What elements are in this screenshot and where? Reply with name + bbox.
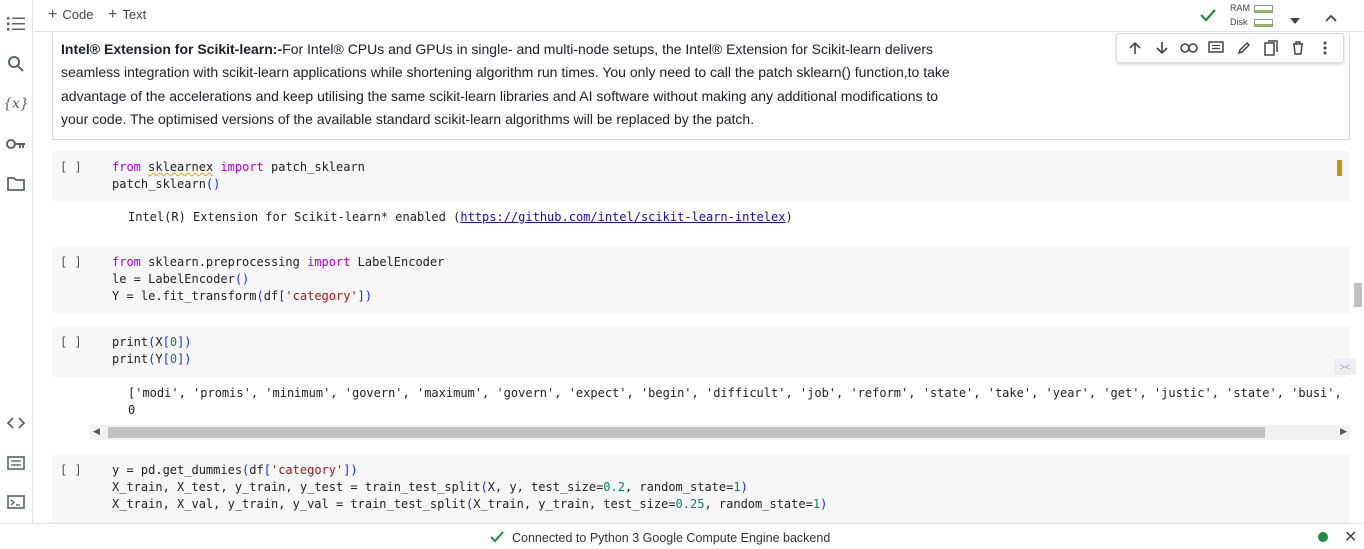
output-text: Intel(R) Extension for Scikit-learn* ena… — [128, 210, 461, 224]
edit-pencil-icon[interactable] — [1234, 38, 1254, 58]
code-cell[interactable]: [ ] y = pd.get_dummies(df['category']) X… — [52, 454, 1350, 523]
status-bar: Connected to Python 3 Google Compute Eng… — [0, 523, 1364, 549]
move-down-icon[interactable] — [1152, 38, 1172, 58]
code-editor[interactable]: print(X[0]) print(Y[0]) — [112, 334, 192, 368]
add-text-label: Text — [122, 7, 147, 22]
code-cell[interactable]: [ ] from sklearn.preprocessing import La… — [52, 246, 1350, 314]
command-palette-icon[interactable] — [5, 452, 27, 474]
mirror-cell-icon[interactable] — [1261, 38, 1281, 58]
output-line: ['modi', 'promis', 'minimum', 'govern', … — [128, 386, 1350, 400]
cell-focus-marker — [1337, 160, 1342, 176]
disk-label: Disk — [1230, 17, 1248, 27]
search-icon[interactable] — [5, 53, 27, 75]
ram-label: RAM — [1230, 3, 1250, 13]
code-cell[interactable]: [ ] from sklearnex import patch_sklearn … — [52, 151, 1350, 202]
left-sidebar: {x} — [0, 0, 33, 523]
output-text-suffix: ) — [785, 210, 793, 224]
output-line: 0 — [128, 403, 136, 417]
output-link[interactable]: https://github.com/intel/scikit-learn-in… — [460, 210, 785, 224]
close-icon[interactable]: ✕ — [1344, 527, 1357, 547]
resources-dropdown-icon[interactable] — [1290, 11, 1300, 29]
vertical-scrollbar-thumb[interactable] — [1354, 283, 1362, 307]
text-cell-bold-lead: Intel® Extension for Scikit-learn:- — [61, 41, 283, 57]
variables-icon[interactable]: {x} — [3, 93, 29, 115]
cell-output: ['modi', 'promis', 'minimum', 'govern', … — [128, 385, 1350, 419]
more-options-icon[interactable] — [1315, 38, 1335, 58]
cell-toolbar — [1116, 33, 1344, 63]
scroll-left-icon[interactable]: ◀ — [93, 426, 100, 437]
code-editor[interactable]: from sklearnex import patch_sklearn patc… — [112, 159, 365, 193]
add-text-button[interactable]: + Text — [108, 5, 147, 23]
add-code-label: Code — [62, 7, 94, 22]
folder-icon[interactable] — [5, 172, 27, 194]
status-message: Connected to Python 3 Google Compute Eng… — [512, 531, 831, 545]
ram-meter — [1254, 5, 1273, 13]
comment-icon[interactable] — [1206, 38, 1226, 58]
text-cell-content: Intel® Extension for Scikit-learn:-For I… — [61, 38, 961, 131]
move-up-icon[interactable] — [1125, 38, 1145, 58]
code-editor[interactable]: from sklearn.preprocessing import LabelE… — [112, 254, 444, 305]
cell-output: Intel(R) Extension for Scikit-learn* ena… — [128, 209, 793, 226]
plus-icon: + — [108, 5, 118, 23]
disk-meter — [1254, 19, 1273, 27]
connection-status: Connected to Python 3 Google Compute Eng… — [490, 530, 830, 546]
output-actions-icon[interactable]: >< — [1334, 359, 1356, 375]
plus-icon: + — [48, 5, 58, 23]
run-cell-button[interactable]: [ ] — [60, 335, 82, 349]
status-check-icon — [490, 530, 504, 546]
run-cell-button[interactable]: [ ] — [60, 160, 82, 174]
code-cell[interactable]: [ ] print(X[0]) print(Y[0]) — [52, 326, 1350, 377]
scroll-right-icon[interactable]: ▶ — [1340, 426, 1347, 437]
connected-check-icon — [1199, 7, 1217, 28]
notebook-area: Intel® Extension for Scikit-learn:-For I… — [34, 33, 1364, 523]
delete-icon[interactable] — [1288, 38, 1308, 58]
collapse-header-icon[interactable] — [1325, 9, 1337, 27]
run-cell-button[interactable]: [ ] — [60, 463, 82, 477]
table-of-contents-icon[interactable] — [5, 13, 27, 35]
link-icon[interactable] — [1179, 38, 1199, 58]
run-cell-button[interactable]: [ ] — [60, 255, 82, 269]
terminal-icon[interactable] — [5, 491, 27, 513]
code-icon[interactable] — [5, 412, 27, 434]
connected-dot-icon — [1318, 532, 1328, 542]
notebook-toolbar: + Code + Text RAM Disk — [34, 0, 1364, 32]
add-code-button[interactable]: + Code — [48, 5, 94, 23]
key-icon[interactable] — [5, 133, 27, 155]
scrollbar-thumb[interactable] — [108, 427, 1265, 438]
output-horizontal-scrollbar[interactable]: ◀ ▶ — [90, 425, 1350, 440]
code-editor[interactable]: y = pd.get_dummies(df['category']) X_tra… — [112, 462, 827, 513]
